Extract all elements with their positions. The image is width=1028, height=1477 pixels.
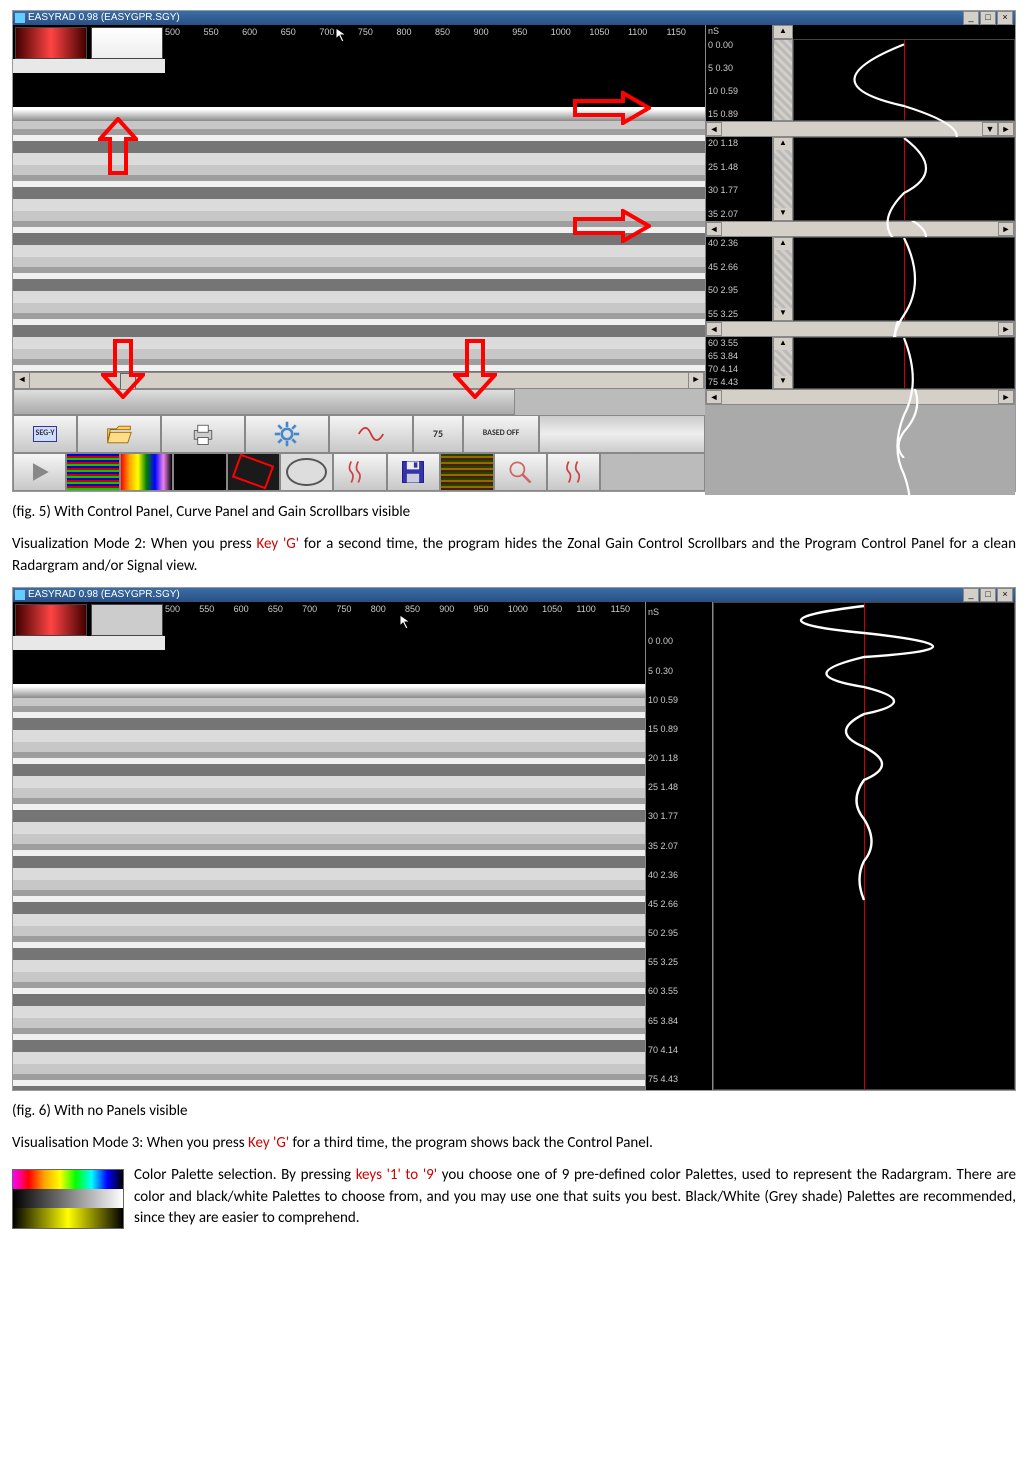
gain-scrollbar-1[interactable] [773, 39, 793, 121]
hotkey-1-9: keys '1' to '9' [356, 1166, 437, 1184]
folder-open-icon [105, 420, 133, 448]
annotation-arrow-down [453, 339, 497, 399]
zoom-button[interactable] [494, 453, 547, 491]
play-button[interactable] [13, 453, 66, 491]
y-axis-scale: 60 3.5565 3.8470 4.1475 4.43 [705, 337, 773, 389]
waveform-icon [560, 458, 588, 486]
print-button[interactable] [161, 415, 245, 453]
wave-tool[interactable] [333, 453, 386, 491]
paragraph-palette: Color Palette selection. By pressing key… [12, 1165, 1016, 1231]
window-maximize-button[interactable]: □ [980, 588, 996, 602]
radargram-view[interactable] [13, 73, 705, 372]
thumbnail-curve[interactable] [91, 27, 163, 59]
save-button[interactable] [387, 453, 440, 491]
palette-thumbnail [12, 1169, 124, 1229]
thumbnail-blank[interactable] [91, 604, 163, 636]
gear-icon [273, 420, 301, 448]
annotation-arrow-right [573, 209, 651, 243]
y-axis-scale: 0 0.005 0.3010 0.5915 0.89 [705, 39, 773, 121]
palette-button-delete[interactable] [227, 453, 280, 491]
window-maximize-button[interactable]: □ [980, 11, 996, 25]
curve-panel[interactable] [713, 602, 1015, 1090]
window-title: EASYRAD 0.98 (EASYGPR.SGY) [28, 11, 180, 26]
depth-value[interactable]: 75 [413, 415, 463, 453]
waveform-icon [357, 420, 385, 448]
based-toggle[interactable]: BASED OFF [463, 415, 539, 453]
y-axis-scale: 40 2.3645 2.6650 2.9555 3.25 [705, 237, 773, 321]
gain-scrollbar-4[interactable]: ▲▼ [773, 337, 793, 389]
curve-panel-top[interactable] [793, 39, 1015, 121]
gain-up-button[interactable]: ▲ [774, 26, 792, 38]
y-axis-scale: 20 1.1825 1.4830 1.7735 2.07 [705, 137, 773, 221]
control-panel: SEG-Y 75 [13, 415, 705, 491]
app-icon [15, 590, 25, 600]
waveform-icon [346, 458, 374, 486]
curve-panel-4[interactable] [793, 337, 1015, 389]
y-axis-unit: nS [705, 25, 773, 39]
wave-tool-2[interactable] [547, 453, 600, 491]
gain-scrollbar-2[interactable]: ▲▼ [773, 137, 793, 221]
window-titlebar: EASYRAD 0.98 (EASYGPR.SGY) _ □ × [13, 11, 1015, 25]
palette-button-black[interactable] [173, 453, 226, 491]
gain-scrollbar-3[interactable]: ▲▼ [773, 237, 793, 321]
scroll-left-button[interactable]: ◄ [14, 373, 30, 388]
palette-button-multicolor[interactable] [66, 453, 119, 491]
annotation-arrow-up [98, 117, 138, 175]
open-file-button[interactable] [77, 415, 161, 453]
segy-button[interactable]: SEG-Y [13, 415, 77, 453]
hotkey-g: Key 'G' [256, 535, 299, 553]
y-axis-scale: nS 0 0.005 0.3010 0.59 15 0.8920 1.1825 … [645, 602, 713, 1090]
window-minimize-button[interactable]: _ [963, 588, 979, 602]
printer-icon [189, 420, 217, 448]
window-titlebar: EASYRAD 0.98 (EASYGPR.SGY) _ □ × [13, 588, 1015, 602]
window-title: EASYRAD 0.98 (EASYGPR.SGY) [28, 588, 180, 603]
scroll-right-button[interactable]: ► [688, 373, 704, 388]
paragraph-mode3: Visualisation Mode 3: When you press Key… [12, 1133, 1016, 1155]
figure-6-caption: (fig. 6) With no Panels visible [12, 1101, 1016, 1123]
thumbnail-palette[interactable] [15, 604, 87, 636]
palette-button-rainbow[interactable] [120, 453, 173, 491]
curve-panel-3[interactable] [793, 237, 1015, 321]
palette-button-circle[interactable] [280, 453, 333, 491]
curve-panel-2[interactable] [793, 137, 1015, 221]
radargram-view[interactable] [13, 650, 645, 1090]
figure-5: EASYRAD 0.98 (EASYGPR.SGY) _ □ × 500 550… [12, 10, 1016, 492]
app-icon [15, 13, 25, 23]
thumbnail-palette[interactable] [15, 27, 87, 59]
figure-6: EASYRAD 0.98 (EASYGPR.SGY) _ □ × 500 550… [12, 587, 1016, 1091]
annotation-arrow-right [573, 91, 651, 125]
wave-button[interactable] [329, 415, 413, 453]
window-minimize-button[interactable]: _ [963, 11, 979, 25]
window-close-button[interactable]: × [997, 11, 1013, 25]
annotation-arrow-down [101, 339, 145, 399]
floppy-disk-icon [399, 458, 427, 486]
x-axis-ruler: 500 550 600 650 700 750 800 850 900 950 … [165, 25, 705, 39]
magnify-icon [506, 458, 534, 486]
palette-button-stripes[interactable] [440, 453, 493, 491]
status-area [539, 415, 705, 453]
play-icon [26, 458, 54, 486]
hotkey-g: Key 'G' [248, 1134, 289, 1152]
settings-button[interactable] [245, 415, 329, 453]
window-close-button[interactable]: × [997, 588, 1013, 602]
toolbar-spacer [600, 453, 705, 491]
